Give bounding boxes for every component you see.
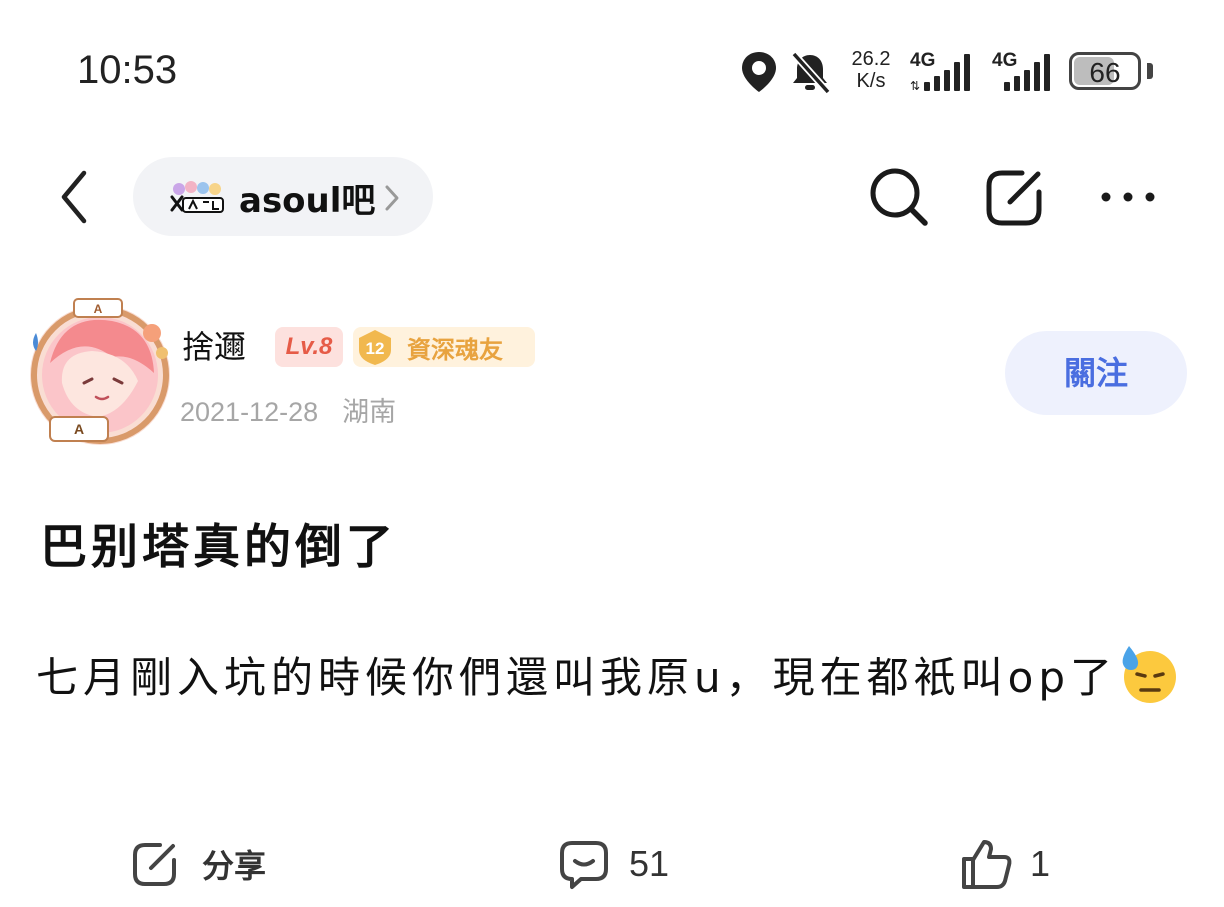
like-button[interactable]: 1 [960,834,1050,894]
avatar[interactable]: A A [22,293,182,453]
more-button[interactable] [1095,180,1161,214]
rank-title: 資深魂友 [407,336,503,364]
more-icon [1101,192,1155,202]
post-body-text: 七月剛入坑的時候你們還叫我原u，現在都衹叫op了 [36,653,1117,702]
svg-text:⇅: ⇅ [910,79,920,92]
forum-pill[interactable]: asoul吧 [133,157,433,236]
network-speed-unit: K/s [856,70,886,92]
svg-text:A: A [74,421,84,437]
edit-icon [986,170,1042,226]
search-icon [870,168,928,226]
like-count: 1 [1030,843,1051,884]
battery-level: 66 [1089,57,1121,88]
back-icon [61,170,87,224]
chevron-right-icon [385,185,399,211]
post-location: 湖南 [342,397,397,427]
battery-icon: 66 [1069,52,1141,90]
post-title: 巴别塔真的倒了 [40,520,397,575]
share-label: 分享 [202,847,267,885]
network-speed-value: 26.2 [851,48,891,70]
edit-button[interactable] [982,164,1048,230]
post-meta: 2021-12-28 湖南 [180,390,396,429]
rank-shield-icon: 12 [359,330,391,365]
signal-icon: ⇅ [910,54,970,92]
signal-icon [1004,54,1050,91]
downcast-sweat-face-icon [1122,646,1176,703]
forum-logo [170,181,224,213]
search-button[interactable] [866,164,932,230]
forum-name: asoul吧 [239,181,376,221]
comment-icon [560,841,608,889]
battery-cap [1147,63,1153,79]
post-body: 七月剛入坑的時候你們還叫我原u，現在都衹叫op了 [36,632,1186,724]
comment-button[interactable]: 51 [557,834,669,894]
svg-text:A: A [94,302,103,316]
post-date: 2021-12-28 [180,397,319,427]
author-name[interactable]: 捨邇 [182,322,246,368]
comment-count: 51 [629,843,670,884]
status-time: 10:53 [77,48,178,92]
bell-muted-icon [791,51,831,94]
rank-badge: 12 資深魂友 [353,327,535,367]
network-speed: 26.2 K/s [848,48,894,92]
level-badge: Lv.8 [275,327,343,367]
share-icon [133,843,176,886]
back-button[interactable] [50,165,100,229]
thumbs-up-icon [962,840,1012,889]
follow-button[interactable]: 關注 [1005,331,1187,415]
location-icon [742,52,776,92]
rank-number: 12 [366,339,385,358]
share-button[interactable]: 分享 [130,834,266,894]
